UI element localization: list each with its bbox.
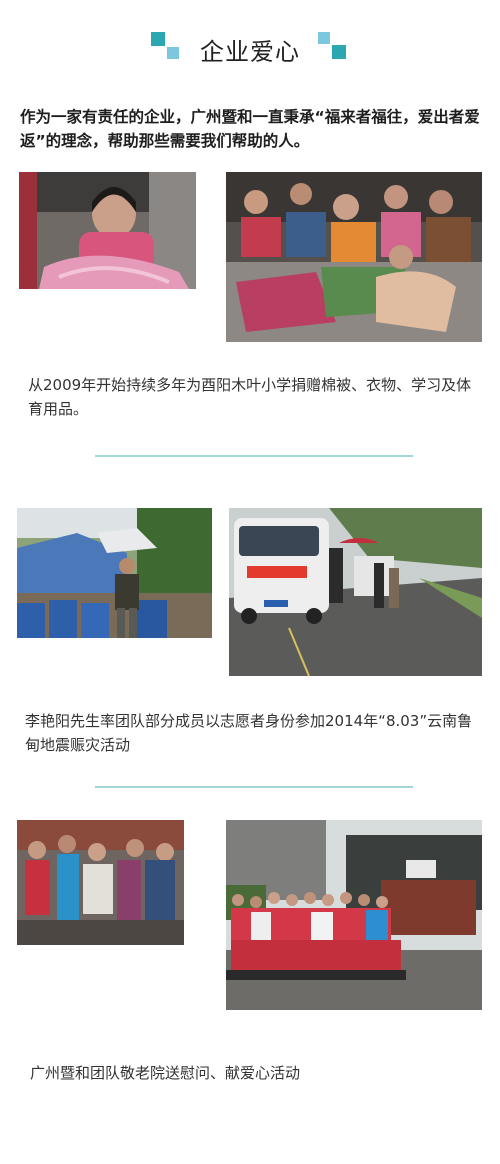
relief-van-on-road-photo: [229, 508, 482, 676]
group-photo-at-nursing-home: [226, 820, 482, 1010]
page-title: 企业爱心: [200, 38, 300, 66]
divider-2: [95, 786, 413, 788]
nursing-home-visit-photo: [17, 820, 184, 945]
title-decoration-right: [318, 32, 348, 60]
girl-with-donated-quilt-photo: [19, 172, 196, 289]
earthquake-relief-volunteer-photo: [17, 508, 212, 638]
section-3-caption: 广州暨和团队敬老院送慰问、献爱心活动: [30, 1064, 301, 1082]
intro-paragraph: 作为一家有责任的企业，广州暨和一直秉承“福来者福往，爱出者爱返”的理念，帮助那些…: [20, 108, 480, 150]
children-receiving-donations-photo: [226, 172, 482, 342]
section-2-caption: 李艳阳先生率团队部分成员以志愿者身份参加2014年“8.03”云南鲁甸地震赈灾活…: [25, 712, 473, 754]
section-1-caption: 从2009年开始持续多年为酉阳木叶小学捐赠棉被、衣物、学习及体育用品。: [28, 376, 472, 418]
divider-1: [95, 455, 413, 457]
section-header: 企业爱心: [0, 28, 500, 68]
